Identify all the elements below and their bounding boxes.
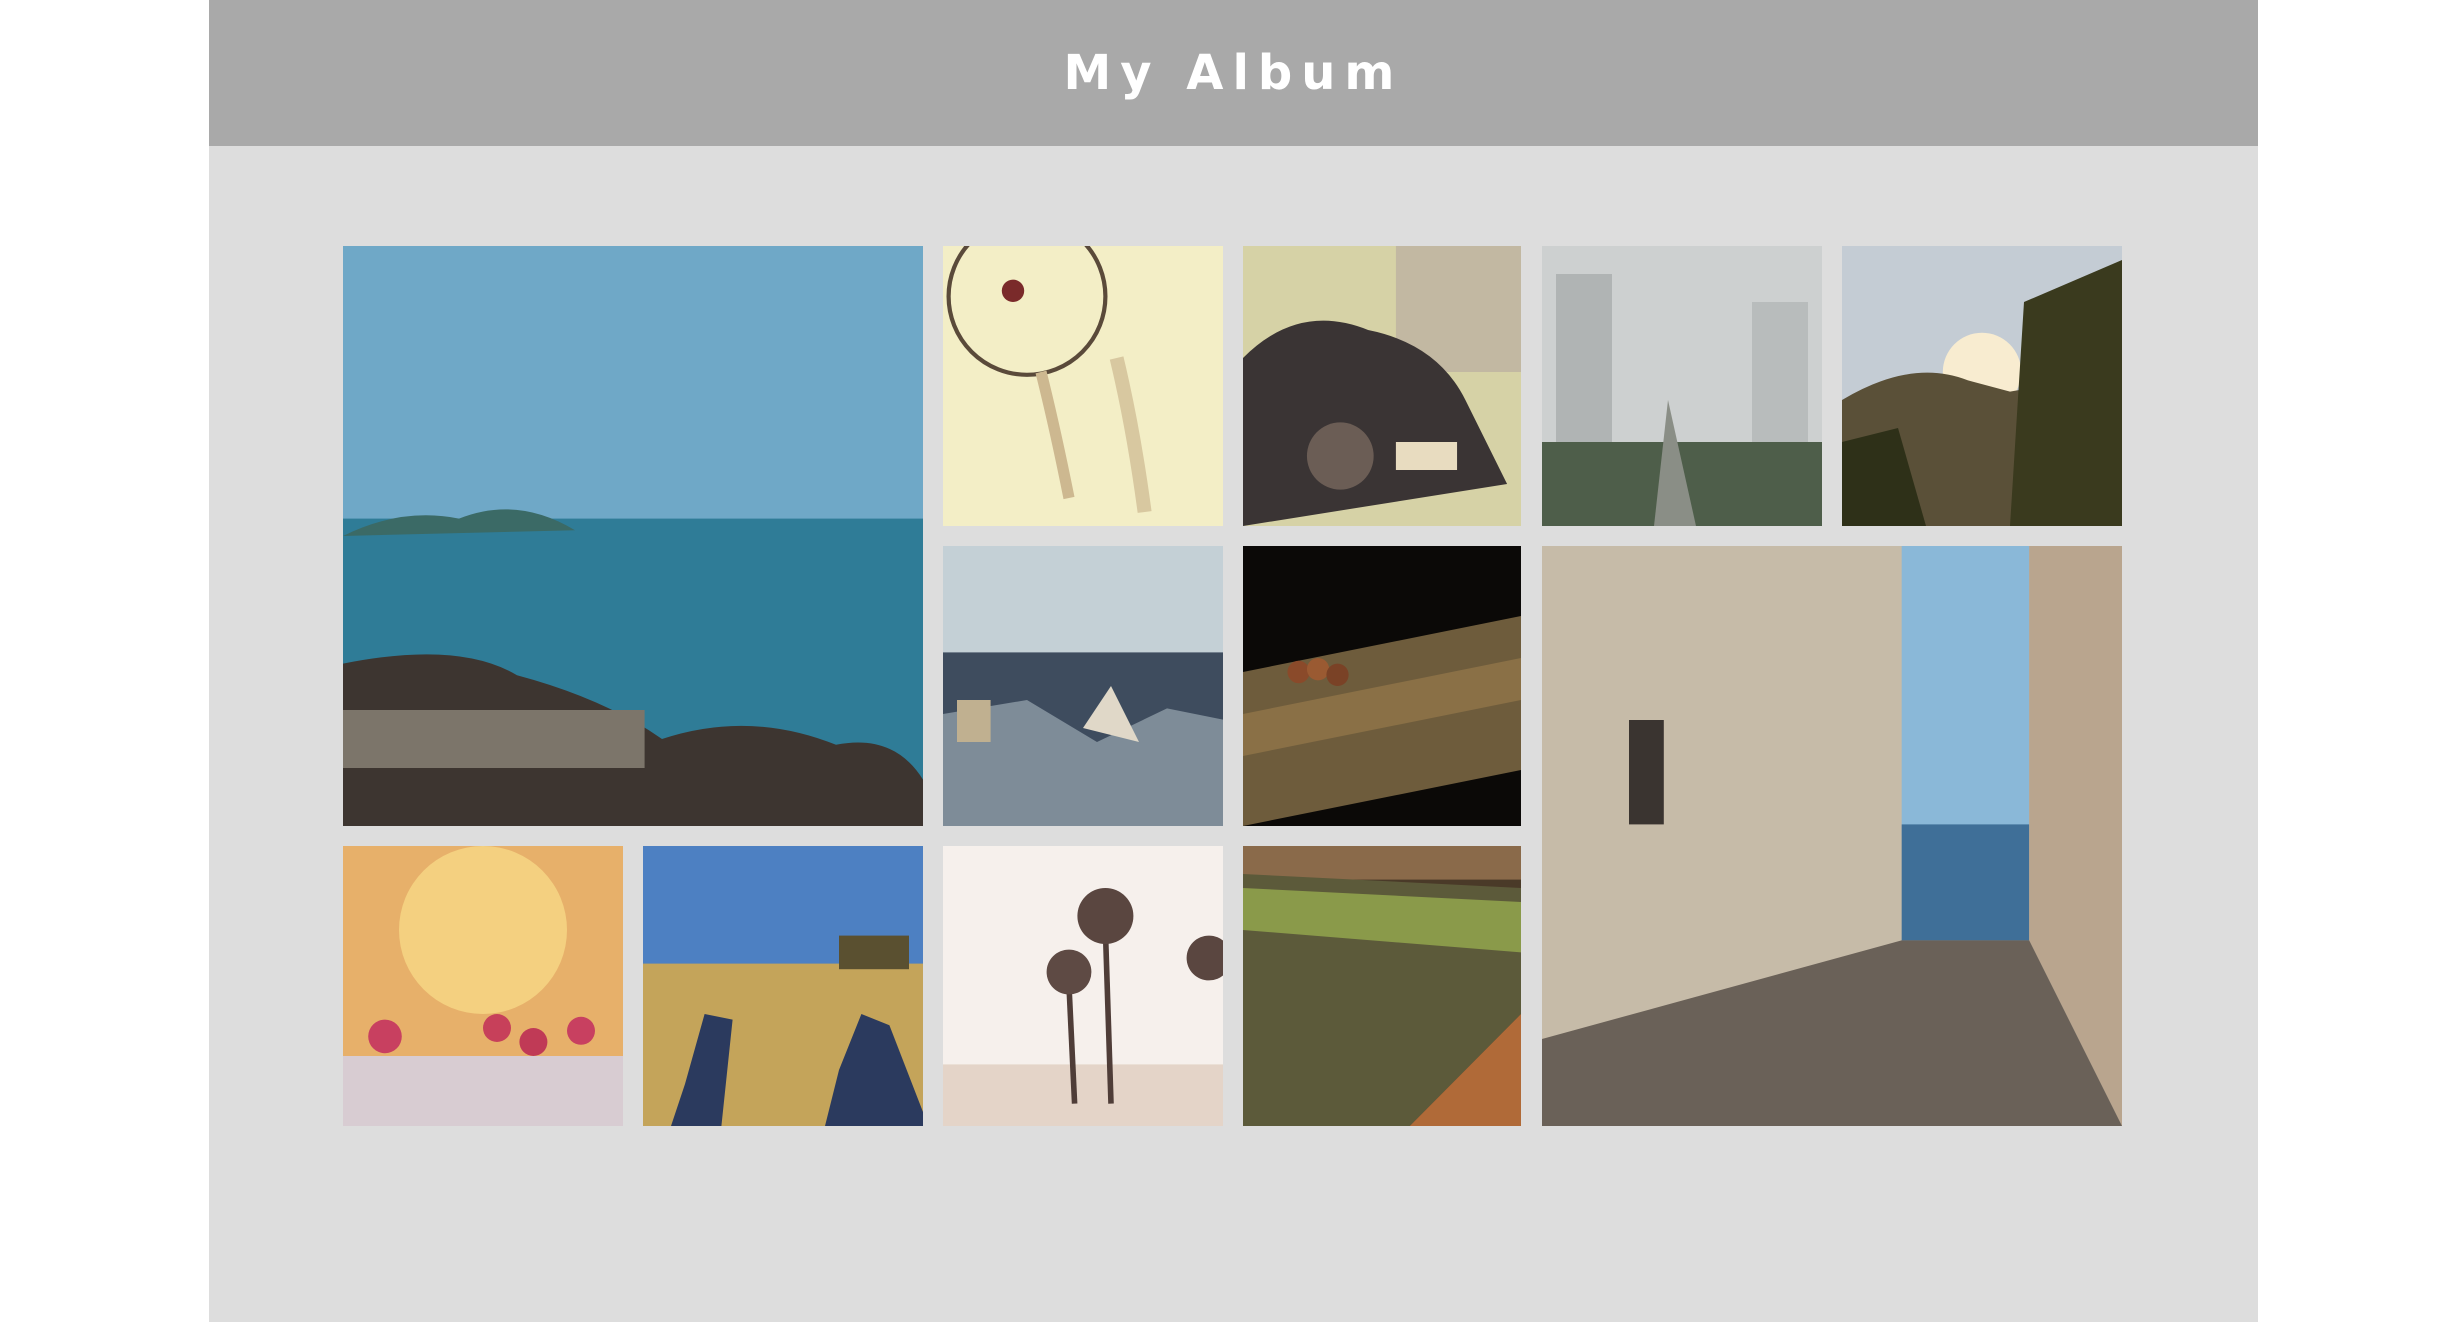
photo-dreamcatcher[interactable] [943,246,1223,526]
photo-palm-trees[interactable] [943,846,1223,1126]
photo-rain-on-window[interactable] [1542,246,1822,526]
photo-mountain-sunset[interactable] [1842,246,2122,526]
photo-mossy-log[interactable] [1243,846,1521,1126]
photo-vintage-car[interactable] [1243,246,1521,526]
photo-narrow-alley-to-sea[interactable] [1542,546,2122,1126]
header-bar: My Album [209,0,2258,146]
photo-city-rooftops[interactable] [943,546,1223,826]
album-page: My Album [209,0,2258,1322]
photo-seed-pod-on-wood[interactable] [1243,546,1521,826]
album-title: My Album [1063,45,1404,101]
photo-sea-with-rocks[interactable] [343,246,923,826]
photo-sneakers-on-field[interactable] [643,846,923,1126]
photo-raspberries[interactable] [343,846,623,1126]
